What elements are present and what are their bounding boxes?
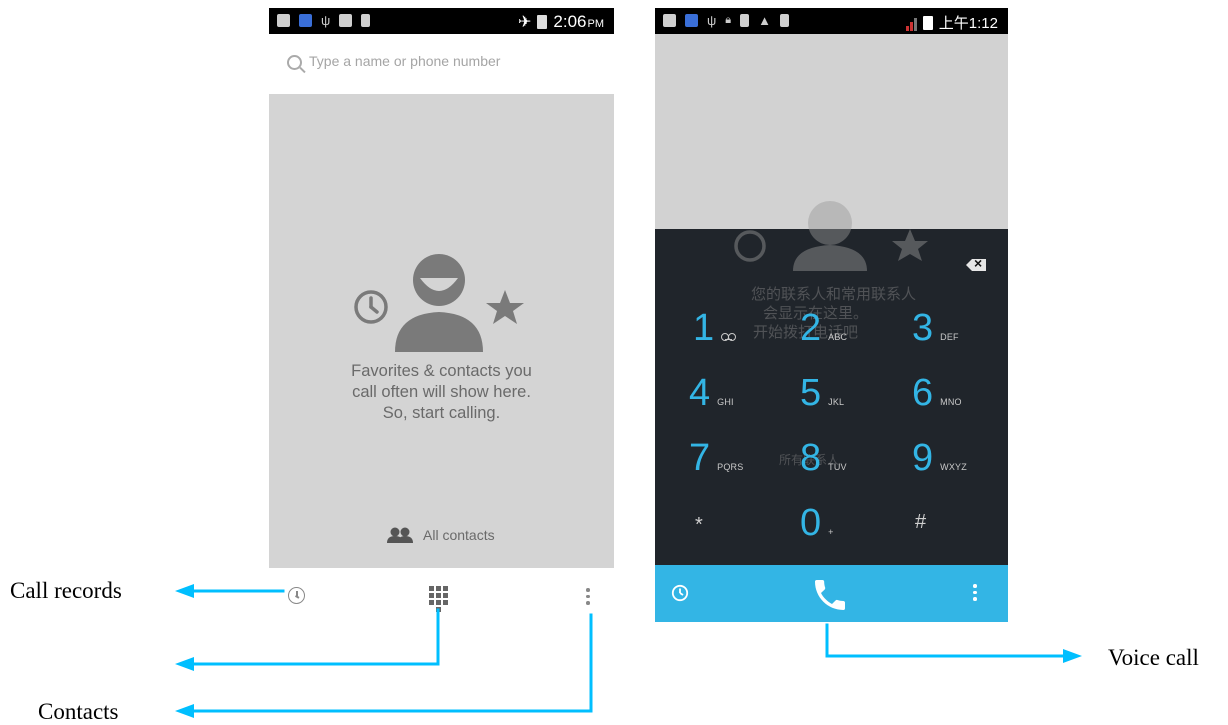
arrowhead-dialpad [175, 657, 194, 671]
callout-call-records: Call records [10, 578, 122, 603]
arrowhead-call-records [175, 584, 194, 598]
arrowhead-contacts [175, 704, 194, 718]
arrowhead-voice-call [1063, 649, 1082, 663]
callout-voice-call: Voice call [1108, 645, 1199, 670]
annotation-arrows [175, 584, 1082, 718]
arrow-dialpad [190, 608, 440, 666]
callout-contacts: Contacts [38, 699, 119, 724]
arrow-voice-call [825, 623, 1067, 658]
